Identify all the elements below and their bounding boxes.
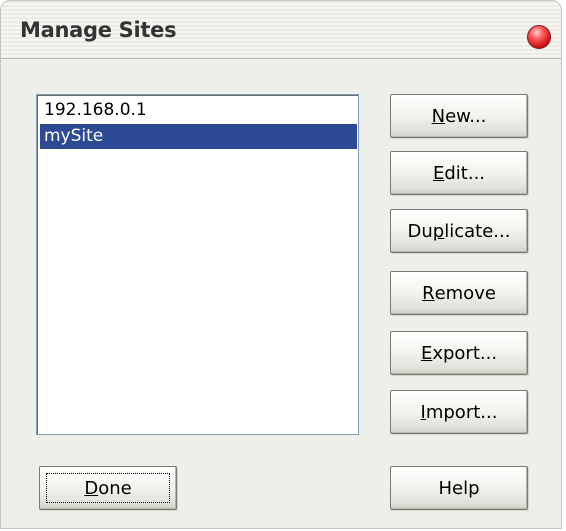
done-button[interactable]: Done [39, 466, 177, 510]
new-button[interactable]: New... [390, 94, 528, 138]
remove-button-label: emove [434, 282, 496, 304]
list-item-selected[interactable]: mySite [40, 124, 357, 149]
done-button-label: one [98, 477, 132, 499]
new-button-label: ew... [445, 105, 487, 127]
export-button-label: xport... [432, 342, 498, 364]
list-item[interactable]: 192.168.0.1 [40, 98, 357, 123]
dialog-title: Manage Sites [20, 18, 177, 42]
site-label: 192.168.0.1 [44, 100, 147, 120]
duplicate-button-mnemonic: p [432, 220, 445, 242]
help-button[interactable]: Help [390, 466, 528, 510]
import-button[interactable]: Import... [390, 390, 528, 434]
duplicate-button[interactable]: Du p licate... [390, 209, 528, 253]
manage-sites-dialog: Manage Sites 192.168.0.1 mySite New... E… [0, 0, 562, 529]
export-button-mnemonic: E [420, 342, 433, 364]
site-label: mySite [44, 126, 104, 146]
import-button-label: mport... [425, 401, 498, 423]
remove-button[interactable]: Remove [390, 271, 528, 315]
sites-list[interactable]: 192.168.0.1 mySite [36, 94, 359, 435]
remove-button-mnemonic: R [422, 282, 435, 304]
title-bar[interactable]: Manage Sites [1, 1, 561, 59]
help-button-label: Help [438, 477, 480, 499]
new-button-mnemonic: N [431, 105, 446, 127]
close-button[interactable] [527, 25, 551, 49]
duplicate-button-label: licate... [444, 220, 511, 242]
edit-button-label: dit... [444, 162, 486, 184]
done-button-mnemonic: D [84, 477, 99, 499]
edit-button[interactable]: Edit... [390, 151, 528, 195]
duplicate-button-label-start: Du [407, 220, 433, 242]
edit-button-mnemonic: E [432, 162, 445, 184]
export-button[interactable]: Export... [390, 331, 528, 375]
